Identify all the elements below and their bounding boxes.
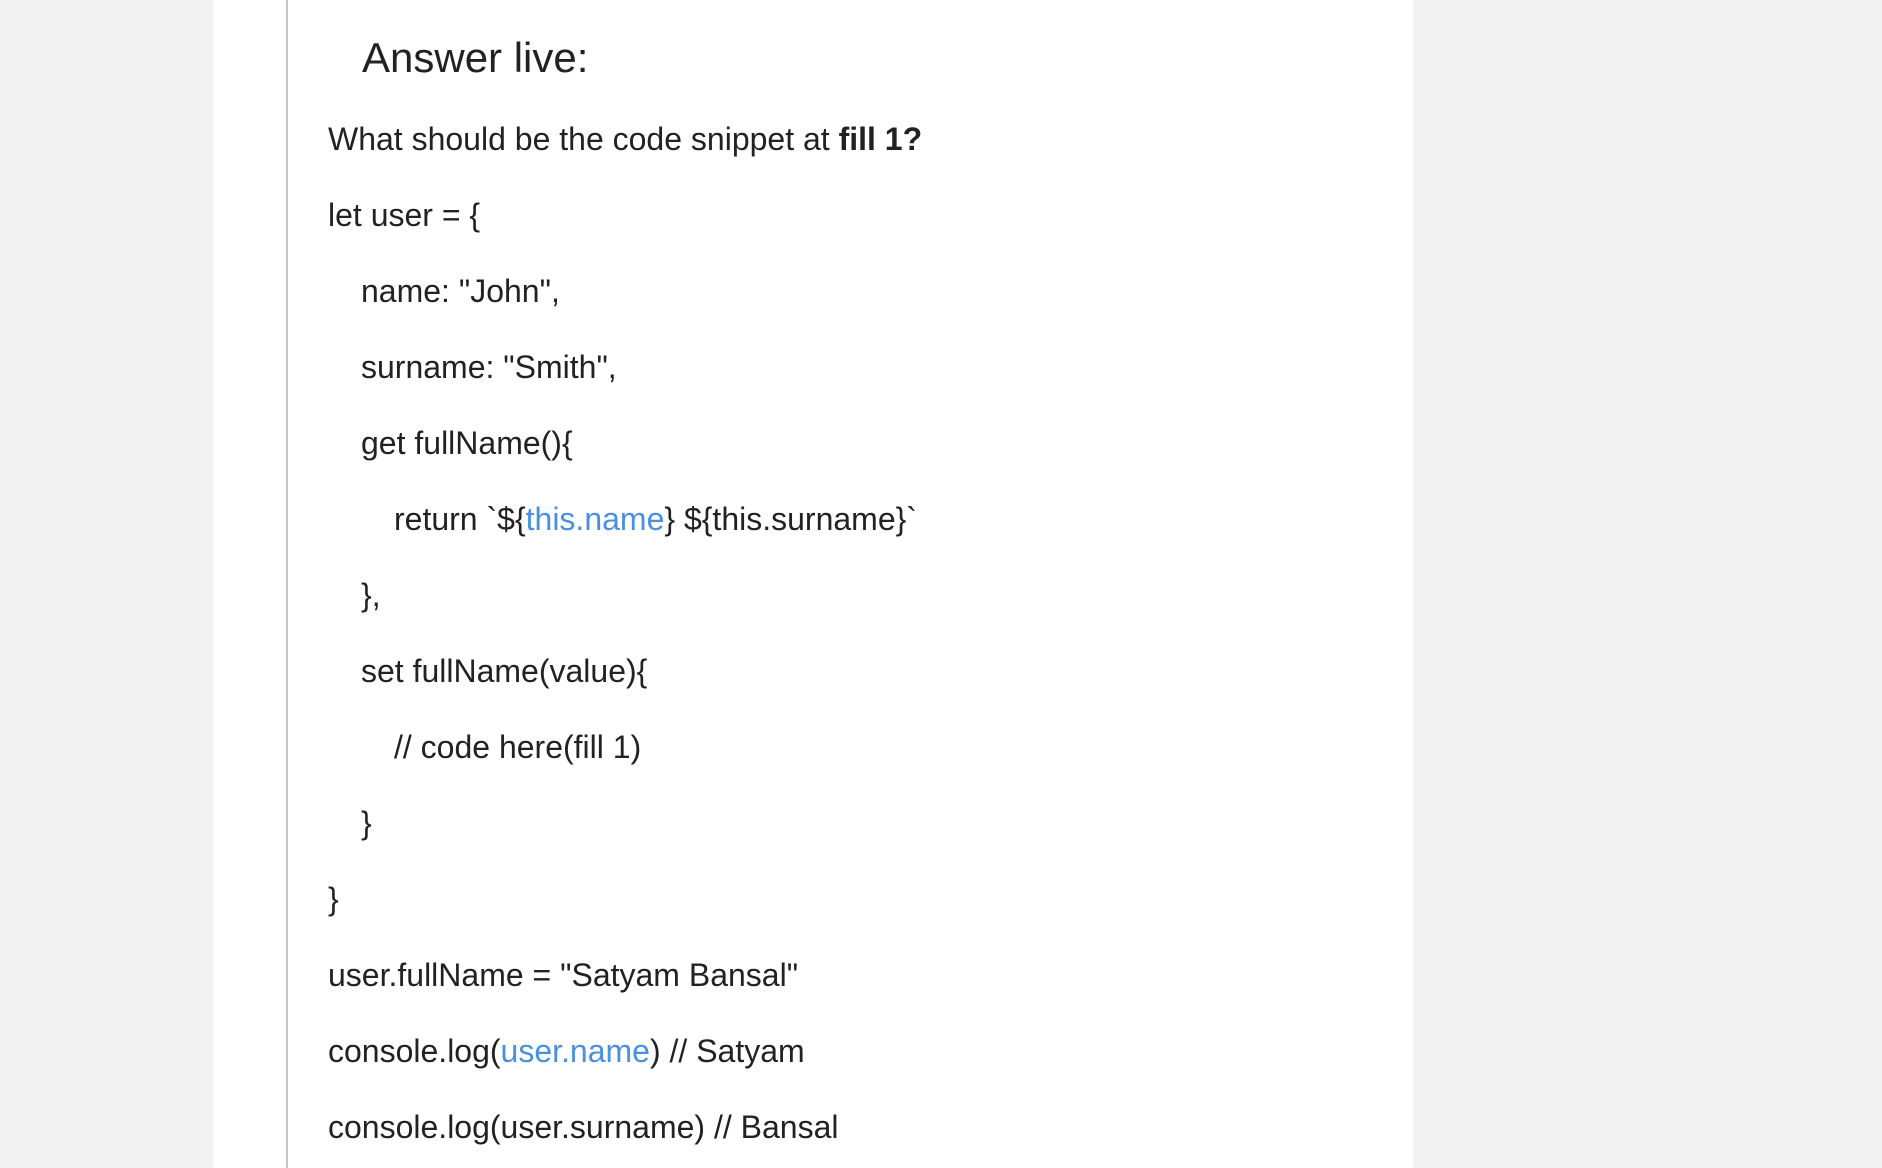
question-bold: fill 1? bbox=[838, 121, 923, 157]
code-line-1: let user = { bbox=[328, 197, 481, 233]
code-line-5-prefix: return `${ bbox=[394, 501, 526, 537]
code-line-5-suffix: } ${this.surname}` bbox=[664, 501, 917, 537]
code-line-12-suffix: ) // Satyam bbox=[649, 1033, 805, 1069]
code-line-5: return `${this.name} ${this.surname}` bbox=[394, 499, 917, 539]
code-line-9: } bbox=[361, 805, 372, 841]
code-line-11: user.fullName = "Satyam Bansal" bbox=[328, 957, 799, 993]
answer-heading: Answer live: bbox=[362, 34, 589, 81]
code-line-10: } bbox=[328, 881, 339, 917]
code-line-3: surname: "Smith", bbox=[361, 349, 617, 385]
question-prefix: What should be the code snippet at bbox=[328, 121, 839, 157]
this-name-link[interactable]: this.name bbox=[526, 501, 665, 537]
answer-blockquote: Answer live: What should be the code sni… bbox=[286, 0, 1415, 1168]
code-line-12-prefix: console.log( bbox=[328, 1033, 501, 1069]
code-line-13: console.log(user.surname) // Bansal bbox=[328, 1109, 839, 1145]
code-line-4: get fullName(){ bbox=[361, 425, 573, 461]
code-line-8: // code here(fill 1) bbox=[394, 729, 642, 765]
user-name-link[interactable]: user.name bbox=[501, 1033, 650, 1069]
code-line-7: set fullName(value){ bbox=[361, 653, 648, 689]
question-text: What should be the code snippet at fill … bbox=[328, 119, 922, 159]
code-line-2: name: "John", bbox=[361, 273, 560, 309]
code-line-6: }, bbox=[361, 577, 381, 613]
page-content: Answer live: What should be the code sni… bbox=[213, 0, 1413, 1168]
code-line-12: console.log(user.name) // Satyam bbox=[328, 1031, 805, 1071]
